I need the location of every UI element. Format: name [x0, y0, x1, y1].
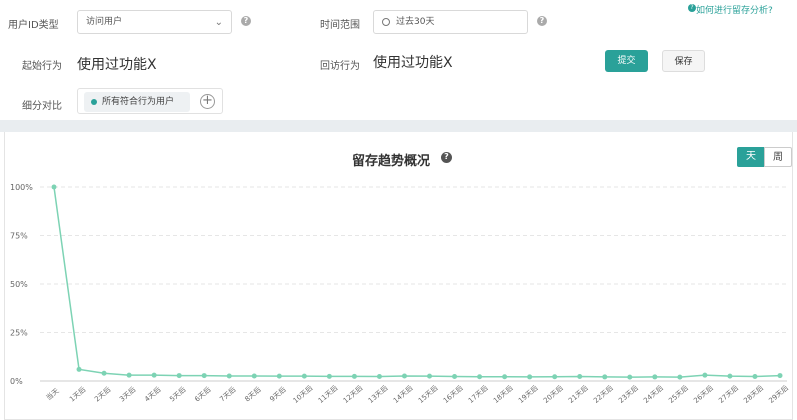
data-point: [176, 373, 182, 379]
data-point: [452, 374, 458, 380]
data-point: [727, 373, 733, 379]
x-tick-label: 10天后: [291, 383, 314, 405]
data-point: [702, 372, 708, 378]
x-tick-label: 3天后: [118, 385, 138, 404]
data-point: [151, 372, 157, 378]
data-point: [527, 374, 533, 380]
y-tick-label: 25%: [10, 329, 28, 338]
data-point: [577, 374, 583, 380]
data-point: [201, 373, 207, 379]
x-tick-label: 26天后: [692, 383, 715, 405]
y-tick-label: 0%: [10, 377, 23, 386]
x-tick-label: 13天后: [366, 383, 389, 405]
x-tick-label: 25天后: [667, 383, 690, 405]
x-tick-label: 27天后: [717, 383, 740, 405]
x-tick-label: 17天后: [466, 383, 489, 405]
x-tick-label: 9天后: [268, 385, 288, 404]
x-tick-label: 7天后: [218, 385, 238, 404]
x-tick-label: 当天: [44, 386, 61, 402]
data-point: [226, 373, 232, 379]
x-tick-label: 23天后: [617, 383, 640, 405]
data-point: [376, 374, 382, 380]
x-tick-label: 11天后: [316, 383, 339, 405]
data-point: [427, 373, 433, 379]
data-point: [101, 370, 107, 376]
data-point: [51, 184, 57, 190]
x-tick-label: 15天后: [416, 383, 439, 405]
data-point: [677, 374, 683, 380]
data-point: [76, 366, 82, 372]
data-point: [401, 373, 407, 379]
x-tick-label: 4天后: [143, 385, 163, 404]
x-tick-label: 5天后: [168, 385, 188, 404]
data-point: [552, 374, 558, 380]
x-tick-label: 12天后: [341, 383, 364, 405]
x-tick-label: 2天后: [92, 385, 112, 404]
y-tick-label: 100%: [10, 183, 33, 192]
data-point: [477, 374, 483, 380]
x-tick-label: 14天后: [391, 383, 414, 405]
x-tick-label: 20天后: [541, 383, 564, 405]
data-point: [251, 373, 257, 379]
data-point: [602, 374, 608, 380]
data-point: [627, 374, 633, 380]
x-tick-label: 16天后: [441, 383, 464, 405]
y-tick-label: 75%: [10, 232, 28, 241]
data-point: [351, 373, 357, 379]
x-tick-label: 1天后: [67, 385, 87, 404]
x-tick-label: 24天后: [642, 383, 665, 405]
data-point: [752, 374, 758, 380]
x-tick-label: 6天后: [193, 385, 213, 404]
x-tick-label: 22天后: [591, 383, 614, 405]
data-point: [276, 373, 282, 379]
retention-line-chart: 0% 25% 50% 75% 100% 当天 1天后 2天后 3天后 4天后 5天后 6天后 7天后 8天…: [10, 183, 790, 405]
x-tick-label: 19天后: [516, 383, 539, 405]
x-tick-label: 21天后: [566, 383, 589, 405]
y-tick-label: 50%: [10, 280, 28, 289]
x-tick-label: 29天后: [767, 383, 790, 405]
data-point: [301, 373, 307, 379]
x-tick-label: 8天后: [243, 385, 263, 404]
data-point: [326, 373, 332, 379]
data-point: [126, 372, 132, 378]
data-point: [777, 373, 783, 379]
data-point: [652, 374, 658, 380]
series-line: [53, 186, 781, 378]
data-point: [502, 374, 508, 380]
x-tick-label: 28天后: [742, 383, 765, 405]
x-tick-label: 18天后: [491, 383, 514, 405]
